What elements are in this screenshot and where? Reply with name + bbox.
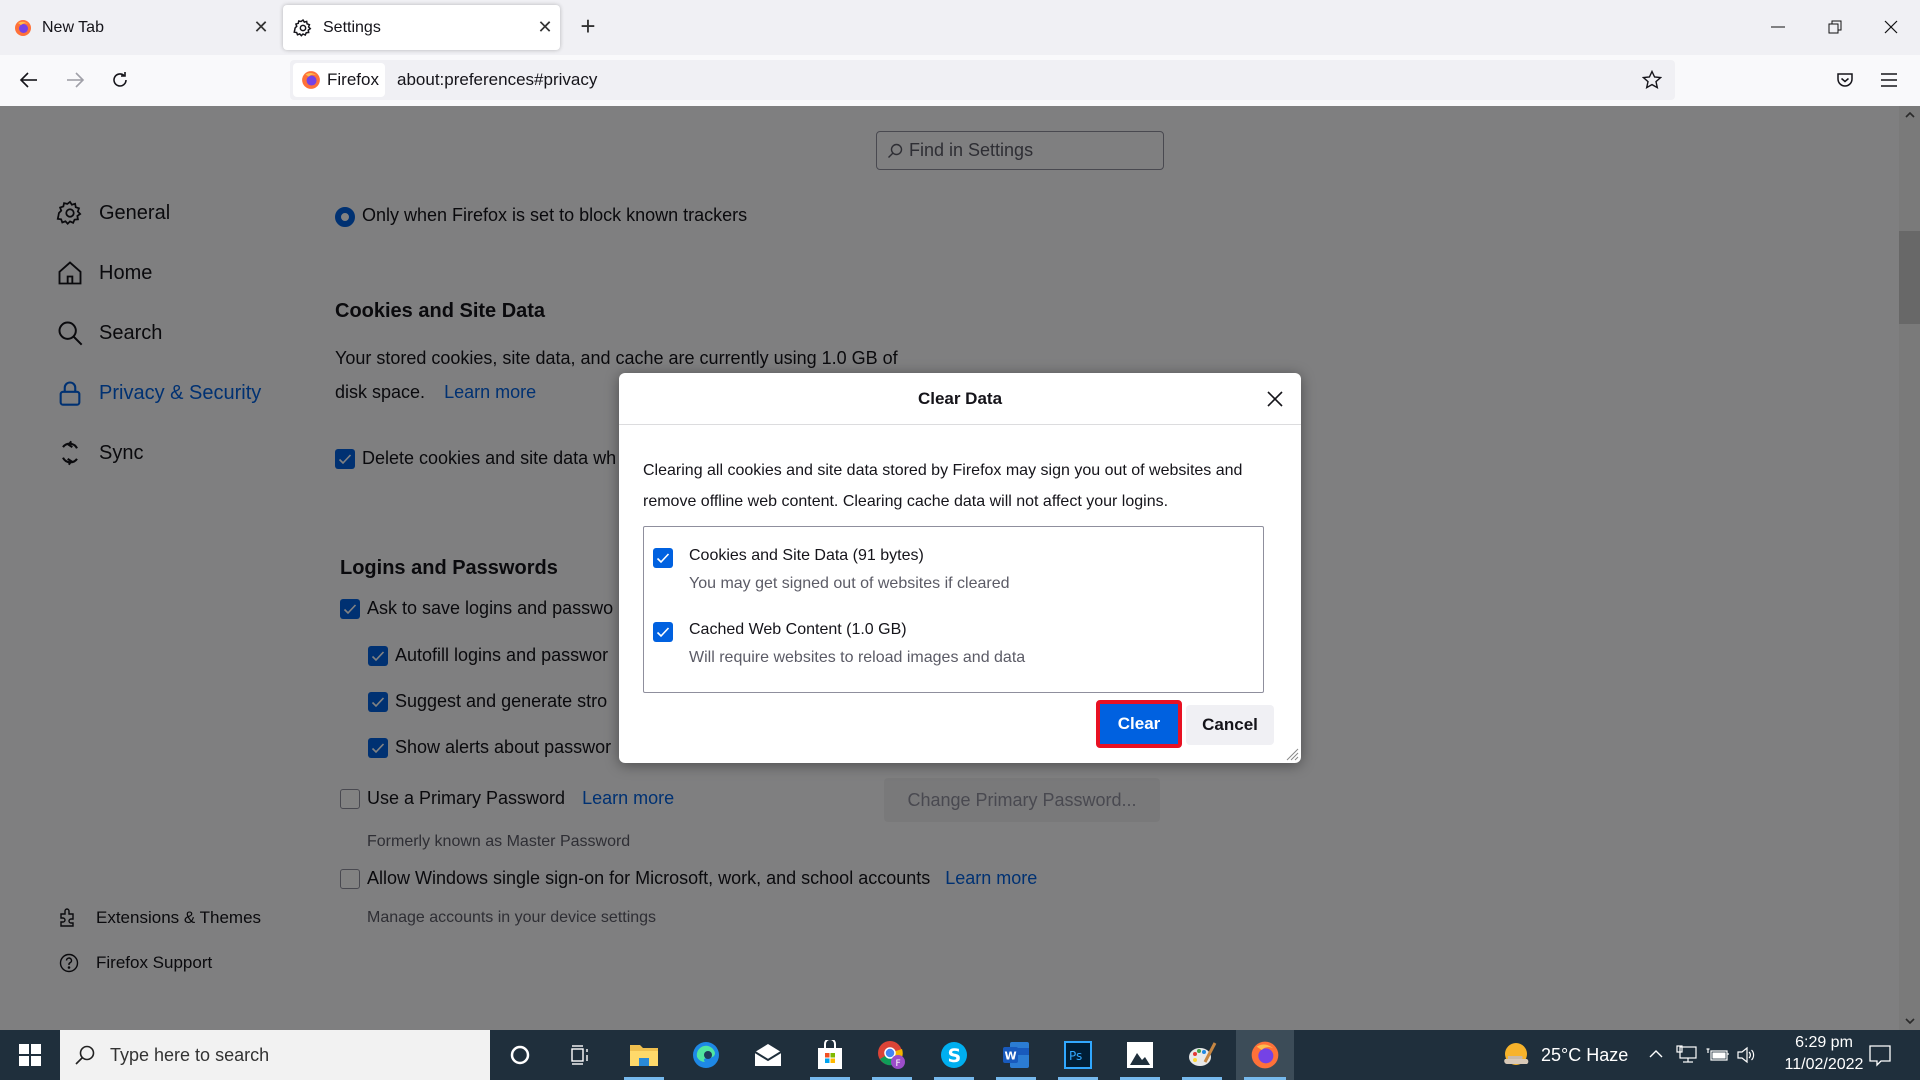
gear-icon [293,18,313,38]
tab-label: New Tab [42,18,104,36]
clock-time[interactable]: 6:29 pm [1778,1034,1870,1052]
edge-icon[interactable] [678,1030,734,1080]
search-icon [74,1044,96,1066]
firefox-taskbar-icon[interactable] [1236,1030,1294,1080]
weather-text[interactable]: 25°C Haze [1541,1045,1628,1066]
tab-settings[interactable]: Settings ✕ [283,5,560,50]
svg-text:Ps: Ps [1069,1049,1082,1063]
url-text[interactable]: about:preferences#privacy [397,60,597,100]
firefox-icon [301,70,321,90]
word-icon[interactable]: W [988,1030,1044,1080]
close-window-button[interactable] [1871,10,1911,44]
taskbar-search-placeholder: Type here to search [110,1044,270,1065]
photoshop-icon[interactable]: Ps [1050,1030,1106,1080]
cached-web-content-label[interactable]: Cached Web Content (1.0 GB) [689,621,907,639]
cookies-site-data-hint: You may get signed out of websites if cl… [689,575,1010,592]
cached-web-content-checkbox[interactable] [653,622,673,642]
minimize-button[interactable] [1758,10,1798,44]
mail-icon[interactable] [740,1030,796,1080]
tab-label: Settings [323,18,381,36]
file-explorer-icon[interactable] [616,1030,672,1080]
clear-data-dialog: Clear Data Clearing all cookies and site… [619,373,1301,763]
dialog-title: Clear Data [619,373,1301,425]
restore-button[interactable] [1815,10,1855,44]
clear-button[interactable]: Clear [1096,700,1182,748]
close-tab-icon[interactable]: ✕ [246,13,276,43]
scroll-up-arrow-icon[interactable] [1899,106,1920,124]
task-view-icon[interactable] [552,1030,608,1080]
tab-new-tab[interactable]: New Tab ✕ [8,5,276,50]
start-button[interactable] [0,1030,60,1080]
url-bar[interactable]: Firefox about:preferences#privacy [290,60,1675,100]
windows-logo-icon [19,1044,41,1066]
scroll-down-arrow-icon[interactable] [1899,1012,1920,1030]
show-hidden-icons-chevron-icon[interactable] [1648,1046,1664,1062]
cortana-icon[interactable] [492,1030,548,1080]
windows-taskbar: Type here to search F S W Ps 25°C Haze 6… [0,1030,1920,1080]
back-button[interactable] [12,63,46,97]
scrollbar-thumb[interactable] [1899,231,1920,324]
paint-icon[interactable] [1174,1030,1230,1080]
chrome-icon[interactable]: F [864,1030,920,1080]
reload-button[interactable] [103,63,137,97]
scrollbar[interactable] [1899,106,1920,1030]
site-identity-button[interactable]: Firefox [293,63,385,97]
microsoft-store-icon[interactable] [802,1030,858,1080]
navigation-toolbar: Firefox about:preferences#privacy [0,55,1920,106]
skype-icon[interactable]: S [926,1030,982,1080]
volume-icon[interactable] [1736,1045,1756,1065]
menu-icon[interactable] [1872,63,1906,97]
cookies-site-data-checkbox[interactable] [653,548,673,568]
svg-text:F: F [896,1059,901,1069]
taskbar-search-box[interactable]: Type here to search [60,1030,490,1080]
close-tab-icon[interactable]: ✕ [530,13,560,43]
cached-web-content-hint: Will require websites to reload images a… [689,649,1026,666]
pocket-icon[interactable] [1828,63,1862,97]
cancel-button[interactable]: Cancel [1186,705,1274,745]
svg-text:S: S [948,1045,962,1067]
svg-text:W: W [1005,1050,1017,1063]
bookmark-star-icon[interactable] [1637,65,1667,95]
weather-icon[interactable] [1502,1041,1530,1069]
photos-icon[interactable] [1112,1030,1168,1080]
cookies-site-data-label[interactable]: Cookies and Site Data (91 bytes) [689,547,924,565]
identity-label: Firefox [327,70,379,89]
clock-date[interactable]: 11/02/2022 [1770,1056,1878,1074]
battery-icon[interactable] [1706,1046,1730,1064]
dialog-description: Clearing all cookies and site data store… [643,462,1243,510]
tab-strip: New Tab ✕ Settings ✕ + [0,0,1920,55]
firefox-icon [14,19,32,37]
network-icon[interactable] [1676,1045,1698,1065]
close-icon[interactable] [1259,383,1291,415]
forward-button[interactable] [58,63,92,97]
clear-options-group: Cookies and Site Data (91 bytes) You may… [643,526,1264,693]
resize-grip-icon[interactable] [1283,745,1299,761]
notifications-icon[interactable] [1868,1043,1892,1067]
new-tab-button[interactable]: + [573,12,603,42]
